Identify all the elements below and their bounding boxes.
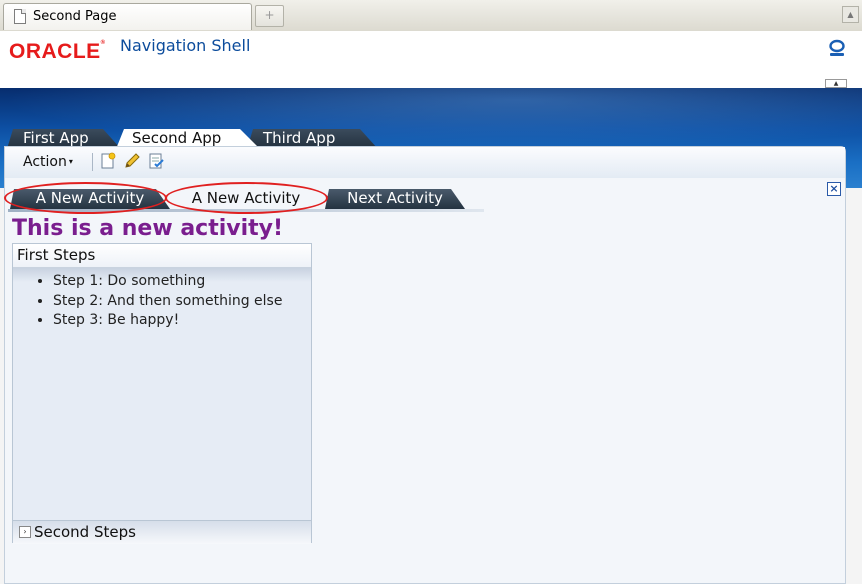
edit-pencil-icon[interactable] (123, 152, 141, 170)
checklist-icon[interactable] (147, 152, 165, 170)
action-menu-label: Action (23, 154, 67, 170)
accordion-header-first-steps[interactable]: First Steps (13, 244, 311, 268)
expand-arrow-icon[interactable]: › (19, 526, 31, 538)
accordion-title: First Steps (17, 246, 96, 264)
activity-tab-label: Next Activity (347, 189, 443, 207)
steps-list: Step 1: Do something Step 2: And then so… (35, 272, 282, 331)
browser-tab-bar: Second Page + ▲ (0, 0, 862, 32)
toolbar-separator (92, 153, 93, 171)
browser-tab-title: Second Page (33, 9, 117, 24)
activity-heading: This is a new activity! (12, 216, 284, 241)
highlight-ellipse-2 (165, 182, 328, 214)
tab-label: First App (23, 129, 89, 147)
new-document-icon[interactable] (99, 152, 117, 170)
oracle-logo: ORACLE® (9, 40, 106, 63)
steps-accordion: First Steps Step 1: Do something Step 2:… (12, 243, 312, 544)
accordion-header-second-steps[interactable]: › Second Steps (13, 520, 311, 544)
list-item: Step 2: And then something else (53, 292, 282, 312)
chevron-down-icon: ▾ (68, 157, 73, 166)
page-icon (14, 9, 26, 24)
browser-tab[interactable]: Second Page (3, 3, 252, 30)
oracle-global-icon[interactable] (828, 39, 846, 57)
list-item: Step 1: Do something (53, 272, 282, 292)
new-tab-button[interactable]: + (255, 5, 284, 27)
toolbar: Action ▾ (5, 147, 845, 178)
highlight-ellipse-1 (4, 182, 167, 214)
list-item: Step 3: Be happy! (53, 311, 282, 331)
accordion-title: Second Steps (34, 523, 136, 541)
tab-label: Third App (263, 129, 336, 147)
activity-tab-next-activity[interactable]: Next Activity (325, 189, 465, 209)
scroll-up-button[interactable]: ▲ (825, 79, 847, 88)
app-title: Navigation Shell (120, 36, 251, 55)
tab-label: Second App (132, 129, 222, 147)
tab-scroll-up-button[interactable]: ▲ (842, 6, 859, 23)
app-header: ORACLE® Navigation Shell ▲ (0, 31, 862, 88)
action-menu[interactable]: Action ▾ (23, 154, 73, 170)
close-icon[interactable]: × (827, 182, 841, 196)
